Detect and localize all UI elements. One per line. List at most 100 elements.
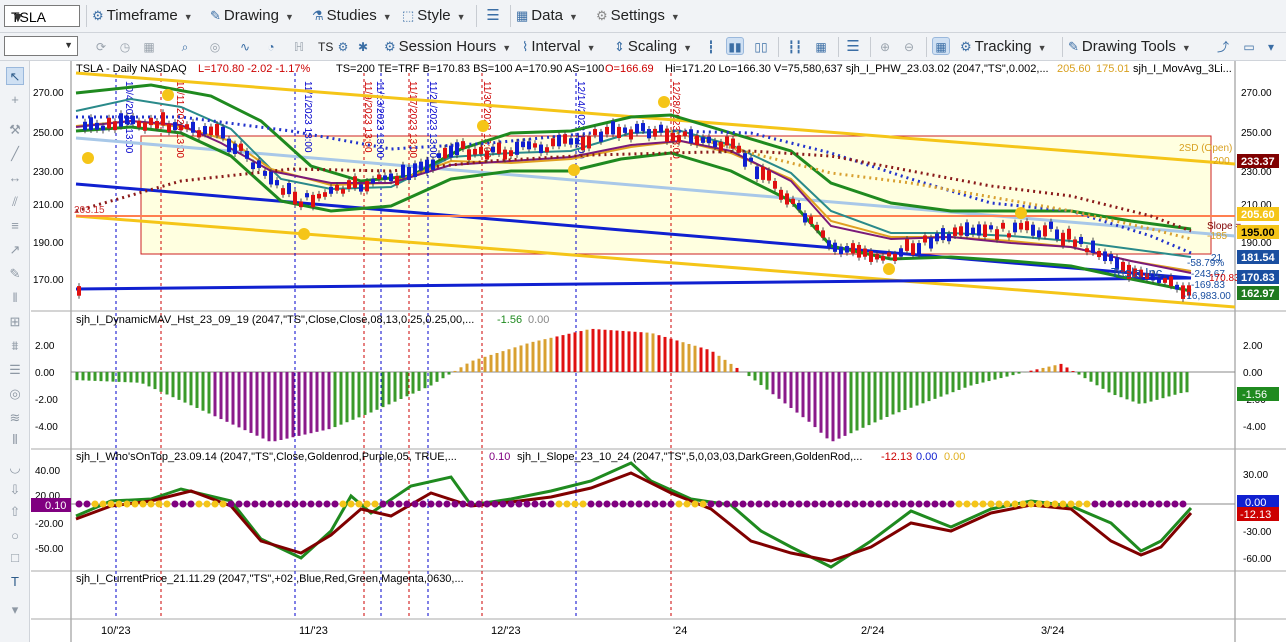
ts-button[interactable]: TS bbox=[318, 36, 333, 58]
clock-icon[interactable]: ◷ bbox=[116, 38, 134, 56]
candle-body bbox=[257, 160, 261, 168]
wrench-icon[interactable]: ⚒ bbox=[6, 121, 24, 139]
candle-body bbox=[941, 228, 945, 241]
grid-icon[interactable]: ▦ bbox=[140, 38, 158, 56]
chevron-down-icon: ▼ bbox=[382, 12, 392, 22]
candle-body bbox=[311, 194, 315, 208]
chart-type-select[interactable]: ▼ bbox=[4, 36, 78, 56]
whos-on-top-dot bbox=[803, 500, 811, 508]
style-button[interactable]: ⬚ Style ▼ bbox=[402, 5, 466, 27]
timeframe-button[interactable]: ⚙ Timeframe ▼ bbox=[92, 5, 193, 27]
settings-button[interactable]: ⚙ Settings ▼ bbox=[596, 5, 680, 27]
panel3-axis-label-right: -60.00 bbox=[1243, 554, 1272, 565]
vertical-lines-icon[interactable]: ‖ bbox=[6, 289, 24, 307]
drawing-tools-button[interactable]: ✎ Drawing Tools ▼ bbox=[1068, 36, 1191, 58]
vertical-grid-icon[interactable]: ⫴ bbox=[6, 431, 24, 449]
session-hours-button[interactable]: ⚙ Session Hours ▼ bbox=[384, 36, 511, 58]
candle-body bbox=[353, 176, 357, 188]
volume-icon[interactable]: ▦ bbox=[812, 38, 830, 56]
whos-on-top-dot bbox=[395, 500, 403, 508]
candle-body bbox=[1049, 221, 1053, 229]
ohlc-icon[interactable]: ┇┇ bbox=[786, 38, 804, 56]
more-icon[interactable]: ▾ bbox=[1262, 38, 1280, 56]
candle-body bbox=[707, 136, 711, 144]
ray-icon[interactable]: ↗ bbox=[6, 241, 24, 259]
candle-body bbox=[737, 145, 741, 153]
drawing-button[interactable]: ✎ Drawing ▼ bbox=[210, 5, 294, 27]
candle-body bbox=[773, 180, 777, 189]
arc-icon[interactable]: ◡ bbox=[6, 459, 24, 477]
candle-body bbox=[455, 142, 459, 156]
pointer-icon[interactable]: ↖ bbox=[6, 67, 24, 85]
bar-chart-icon[interactable]: ┇ bbox=[702, 38, 720, 56]
symbol-input[interactable]: TSLA ▼ bbox=[4, 5, 80, 27]
text-icon[interactable]: T bbox=[6, 573, 24, 591]
data-button[interactable]: ▦ Data ▼ bbox=[516, 5, 578, 27]
puzzle-icon[interactable]: ✱ bbox=[354, 38, 372, 56]
toolbar-separator bbox=[838, 37, 839, 57]
zoom-out-icon[interactable]: ⊖ bbox=[900, 38, 918, 56]
layout-icon[interactable]: ☰ bbox=[484, 7, 502, 25]
fib-icon[interactable]: ≡ bbox=[6, 217, 24, 235]
support-line bbox=[75, 276, 1192, 291]
price-badge-text: 181.54 bbox=[1241, 252, 1276, 264]
trend-icon[interactable]: ⤴ bbox=[1214, 38, 1232, 56]
date-axis-label: 11/'23 bbox=[299, 625, 328, 637]
gear-icon[interactable]: ⚙ bbox=[334, 38, 352, 56]
whos-on-top-dot bbox=[811, 500, 819, 508]
candle-body bbox=[317, 193, 321, 199]
crosshair-icon[interactable]: + bbox=[6, 91, 24, 109]
candle-body bbox=[749, 157, 753, 162]
chevron-down-icon: ▼ bbox=[502, 43, 512, 53]
chevron-down-icon: ▼ bbox=[64, 40, 73, 50]
arrow-down-icon[interactable]: ⇩ bbox=[6, 481, 24, 499]
zoom-in-icon[interactable]: ⊕ bbox=[876, 38, 894, 56]
candle-body bbox=[101, 125, 105, 131]
pen-icon[interactable]: ✎ bbox=[6, 265, 24, 283]
whos-on-top-dot bbox=[1011, 500, 1019, 508]
candle-body bbox=[203, 126, 207, 135]
hollow-candle-icon[interactable]: ▯▯ bbox=[752, 38, 770, 56]
candlestick-icon[interactable]: ▮▮ bbox=[726, 37, 744, 55]
whos-on-top-dot bbox=[1035, 500, 1043, 508]
rectangle-icon[interactable]: □ bbox=[6, 549, 24, 567]
candle-body bbox=[113, 121, 117, 131]
wave-icon[interactable]: ∿ bbox=[236, 38, 254, 56]
zoom-search-icon[interactable]: ⌕ bbox=[176, 38, 194, 56]
cycle-icon[interactable]: ≋ bbox=[6, 409, 24, 427]
chart-area[interactable]: 10/4/2023 13:00 10/11/2023 13:00 11/1/2023… bbox=[31, 61, 1286, 642]
tracking-button[interactable]: ⚙ Tracking ▼ bbox=[960, 36, 1047, 58]
chat-icon[interactable]: ▭ bbox=[1240, 38, 1258, 56]
ellipse-icon[interactable]: ○ bbox=[6, 527, 24, 545]
whos-on-top-dot bbox=[363, 500, 371, 508]
gann-icon[interactable]: ⊞ bbox=[6, 313, 24, 331]
layout-icon[interactable]: ☰ bbox=[844, 38, 862, 56]
whos-on-top-dot bbox=[1147, 500, 1155, 508]
refresh-icon[interactable]: ⟳ bbox=[92, 38, 110, 56]
whos-on-top-dot bbox=[763, 500, 771, 508]
panel3-title-2: sjh_I_Slope_23_10_24 (2047,"TS",5,0,03,0… bbox=[517, 451, 862, 463]
line-icon[interactable]: ╱ bbox=[6, 145, 24, 163]
candle-body bbox=[599, 131, 603, 142]
whos-on-top-dot bbox=[1131, 500, 1139, 508]
channel-icon[interactable]: ⫽ bbox=[6, 193, 24, 211]
candle-body bbox=[251, 162, 255, 170]
crosshair-grid-icon[interactable]: ▦ bbox=[932, 37, 950, 55]
more-tools-icon[interactable]: ▾ bbox=[6, 601, 24, 619]
interval-button[interactable]: ⌇ Interval ▼ bbox=[522, 36, 595, 58]
circle-icon[interactable]: ◎ bbox=[6, 385, 24, 403]
target-icon[interactable]: ◎ bbox=[206, 38, 224, 56]
arrow-up-icon[interactable]: ⇧ bbox=[6, 503, 24, 521]
bars-icon[interactable]: ℍ bbox=[290, 38, 308, 56]
candle-body bbox=[647, 129, 651, 139]
levels-icon[interactable]: ☰ bbox=[6, 361, 24, 379]
whos-on-top-dot bbox=[275, 500, 283, 508]
pitchfork-icon[interactable]: ⩩ bbox=[6, 337, 24, 355]
horizontal-arrows-icon[interactable]: ↔ bbox=[6, 169, 24, 187]
panel3-value-4: 0.00 bbox=[944, 451, 965, 463]
studies-button[interactable]: ⚗ Studies ▼ bbox=[312, 5, 392, 27]
chart-icon[interactable]: ◔ bbox=[262, 38, 280, 56]
candle-body bbox=[209, 126, 213, 135]
scaling-button[interactable]: ⇕ Scaling ▼ bbox=[614, 36, 692, 58]
drawing-sidebar: ↖ + ⚒ ╱ ↔ ⫽ ≡ ↗ ✎ ‖ ⊞ ⩩ ☰ ◎ ≋ ⫴ ◡ ⇩ ⇧ ○ … bbox=[0, 61, 30, 642]
